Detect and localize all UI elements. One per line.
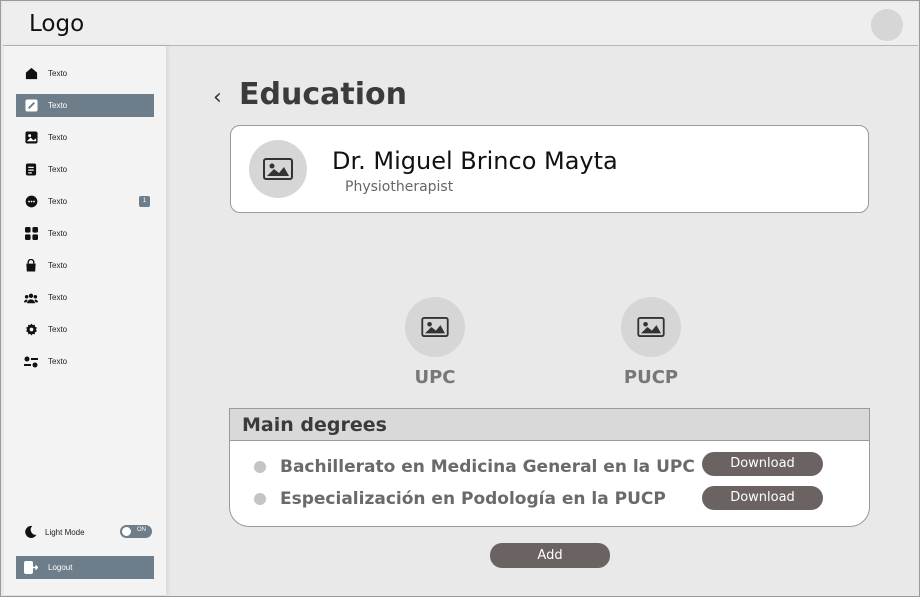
sidebar-item-label: Texto (48, 165, 68, 174)
degrees-title: Main degrees (230, 409, 869, 441)
toggle-state: ON (137, 527, 146, 533)
university-logo-placeholder (621, 297, 681, 357)
light-mode-label: Light Mode (45, 527, 85, 537)
bullet-dot (254, 461, 266, 473)
sidebar-item-settings[interactable]: Texto (16, 318, 154, 341)
sidebar-item-label: Texto (48, 229, 68, 238)
bullet-dot (254, 493, 266, 505)
sidebar-item-image[interactable]: Texto (16, 126, 154, 149)
page-title: Education (239, 77, 407, 112)
toggle-knob (122, 527, 131, 536)
image-icon (24, 131, 38, 145)
sidebar-item-label: Texto (48, 101, 68, 110)
university-label: PUCP (623, 367, 679, 388)
degree-text: Especialización en Podología en la PUCP (280, 489, 666, 509)
university-upc[interactable]: UPC (375, 297, 495, 388)
back-chevron-icon[interactable]: ‹ (213, 85, 222, 110)
add-button[interactable]: Add (490, 543, 610, 568)
profile-name: Dr. Miguel Brinco Mayta (332, 147, 618, 175)
profile-card: Dr. Miguel Brinco Mayta Physiotherapist (230, 125, 869, 213)
app-frame: Logo Texto Texto Texto Texto Texto 1 Tex… (0, 0, 920, 597)
logout-label: Logout (48, 563, 73, 572)
sidebar-item-grid[interactable]: Texto (16, 222, 154, 245)
sidebar-item-home[interactable]: Texto (16, 62, 154, 85)
users-icon (24, 291, 38, 305)
sidebar-item-label: Texto (48, 357, 68, 366)
avatar[interactable] (871, 9, 903, 41)
sidebar-item-chat[interactable]: Texto 1 (16, 190, 154, 213)
image-icon (421, 317, 449, 337)
logo: Logo (29, 11, 85, 37)
moon-icon (24, 525, 37, 539)
gear-icon (24, 323, 38, 337)
degree-text: Bachillerato en Medicina General en la U… (280, 457, 695, 477)
light-mode-toggle[interactable]: ON (120, 525, 152, 538)
university-label: UPC (414, 367, 456, 388)
sidebar-item-label: Texto (48, 197, 68, 206)
sidebar-item-document[interactable]: Texto (16, 158, 154, 181)
home-icon (24, 67, 38, 81)
university-logo-placeholder (405, 297, 465, 357)
university-pucp[interactable]: PUCP (591, 297, 711, 388)
download-button[interactable]: Download (702, 486, 823, 510)
light-mode-row: Light Mode ON (24, 522, 154, 542)
edit-icon (24, 99, 38, 113)
download-button[interactable]: Download (702, 452, 823, 476)
logout-icon (24, 560, 39, 575)
sidebar-item-label: Texto (48, 133, 68, 142)
sidebar-item-edit[interactable]: Texto (16, 94, 154, 117)
sidebar-item-label: Texto (48, 261, 68, 270)
image-icon (263, 158, 293, 180)
document-icon (24, 163, 38, 177)
sidebar-item-label: Texto (48, 293, 68, 302)
top-bar: Logo (3, 3, 918, 46)
bag-icon (24, 259, 38, 273)
grid-icon (24, 227, 38, 241)
sidebar: Texto Texto Texto Texto Texto 1 Texto Te… (4, 46, 166, 595)
logout-button[interactable]: Logout (16, 556, 154, 579)
sidebar-item-users[interactable]: Texto (16, 286, 154, 309)
notification-badge: 1 (139, 196, 150, 207)
chat-icon (24, 195, 38, 209)
sidebar-item-bag[interactable]: Texto (16, 254, 154, 277)
sliders-icon (24, 355, 38, 369)
sidebar-item-label: Texto (48, 69, 68, 78)
profile-image-placeholder (249, 140, 307, 198)
sidebar-item-label: Texto (48, 325, 68, 334)
degrees-panel: Main degrees Bachillerato en Medicina Ge… (229, 408, 870, 527)
sidebar-item-sliders[interactable]: Texto (16, 350, 154, 373)
image-icon (637, 317, 665, 337)
profile-role: Physiotherapist (345, 179, 454, 195)
